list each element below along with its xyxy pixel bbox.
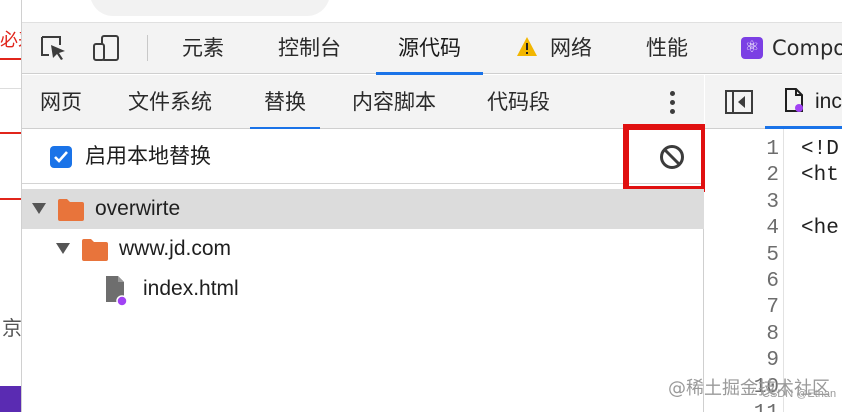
watermark-sub-text: CSDN @Ethan bbox=[762, 388, 837, 400]
tab-elements[interactable]: 元素 bbox=[182, 23, 224, 74]
devtools-main-toolbar: 元素 控制台 源代码 网络 性能 ⚛ Compo bbox=[22, 22, 842, 75]
tab-filesystem[interactable]: 文件系统 bbox=[128, 75, 212, 129]
tab-content-scripts[interactable]: 内容脚本 bbox=[352, 75, 436, 129]
file-icon bbox=[106, 276, 128, 307]
toggle-navigator-icon[interactable] bbox=[725, 90, 753, 114]
source-editor: inc 1<!D2<ht34<he567891011 bbox=[705, 75, 842, 412]
line-number: 7 bbox=[766, 296, 779, 320]
inspected-page-strip: 必采 京 bbox=[0, 0, 22, 412]
expand-triangle-icon[interactable] bbox=[32, 203, 46, 214]
document-icon bbox=[785, 88, 803, 112]
enable-overrides-label: 启用本地替换 bbox=[85, 144, 211, 168]
folder-icon bbox=[82, 239, 108, 261]
tab-snippets[interactable]: 代码段 bbox=[487, 75, 550, 129]
code-line: <!D bbox=[801, 138, 839, 161]
page-jd-text: 京 bbox=[2, 316, 22, 340]
tab-performance[interactable]: 性能 bbox=[646, 23, 688, 74]
line-number: 9 bbox=[766, 349, 779, 373]
page-purple-banner bbox=[0, 386, 21, 412]
tab-page[interactable]: 网页 bbox=[40, 75, 82, 129]
tab-sources[interactable]: 源代码 bbox=[376, 23, 483, 75]
tree-item-folder[interactable]: www.jd.com bbox=[22, 229, 704, 269]
page-divider bbox=[0, 58, 21, 60]
browser-search-blob bbox=[90, 0, 330, 16]
navigator-tabbar: 网页 文件系统 替换 内容脚本 代码段 bbox=[22, 75, 704, 130]
line-number: 3 bbox=[766, 190, 779, 214]
more-options-icon[interactable] bbox=[662, 89, 682, 117]
tree-item-label: index.html bbox=[143, 277, 239, 300]
gutter-divider bbox=[783, 129, 784, 412]
page-divider bbox=[0, 198, 21, 200]
toolbar-separator bbox=[147, 35, 148, 61]
editor-tab-label[interactable]: inc bbox=[815, 75, 842, 129]
inspect-element-icon[interactable] bbox=[38, 33, 68, 63]
page-divider bbox=[0, 132, 21, 134]
line-number: 4 bbox=[766, 217, 779, 241]
line-number: 8 bbox=[766, 322, 779, 346]
code-line: <ht bbox=[801, 164, 839, 188]
page-divider bbox=[0, 88, 21, 89]
editor-tab-underline bbox=[765, 126, 842, 129]
enable-overrides-row: 启用本地替换 bbox=[22, 129, 704, 184]
tab-components[interactable]: Compo bbox=[772, 23, 842, 74]
line-number: 5 bbox=[766, 243, 779, 267]
tree-item-folder[interactable]: overwirte bbox=[22, 189, 704, 229]
tab-overrides[interactable]: 替换 bbox=[250, 75, 320, 130]
warning-icon bbox=[516, 36, 538, 63]
tree-item-label: www.jd.com bbox=[119, 237, 232, 260]
tab-network[interactable]: 网络 bbox=[550, 23, 592, 74]
editor-tabbar: inc bbox=[705, 75, 842, 129]
line-number: 1 bbox=[766, 138, 779, 161]
line-number: 2 bbox=[766, 164, 779, 188]
code-line: <he bbox=[801, 217, 839, 241]
enable-overrides-checkbox[interactable] bbox=[50, 146, 72, 168]
sources-navigator: 网页 文件系统 替换 内容脚本 代码段 启用本地替换 overwirte www… bbox=[22, 75, 707, 412]
react-icon: ⚛ bbox=[741, 37, 763, 59]
line-number: 11 bbox=[705, 401, 779, 412]
tree-item-label: overwirte bbox=[95, 197, 181, 220]
folder-icon bbox=[58, 199, 84, 221]
line-number: 6 bbox=[766, 270, 779, 293]
annotation-highlight-box bbox=[623, 124, 707, 192]
tab-console[interactable]: 控制台 bbox=[278, 23, 341, 74]
page-red-text: 必采 bbox=[0, 30, 21, 51]
tree-item-file[interactable]: index.html bbox=[22, 269, 704, 309]
expand-triangle-icon[interactable] bbox=[56, 243, 70, 254]
device-toolbar-icon[interactable] bbox=[92, 33, 122, 63]
